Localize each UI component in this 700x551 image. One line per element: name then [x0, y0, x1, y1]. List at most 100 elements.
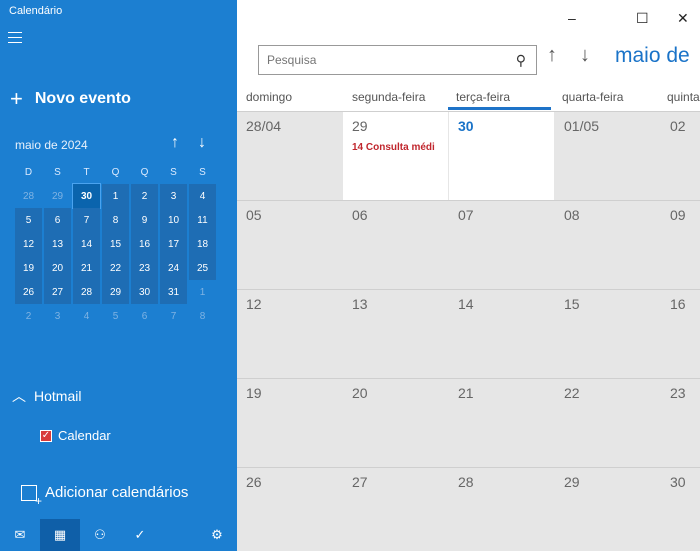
weekday-label: Q — [111, 166, 120, 178]
mini-calendar-day[interactable]: 30 — [131, 280, 158, 304]
calendar-day-cell[interactable]: 22 — [555, 379, 660, 468]
mini-calendar-day[interactable]: 23 — [131, 256, 158, 280]
mini-calendar-day[interactable]: 16 — [131, 232, 158, 256]
settings-icon[interactable]: ⚙ — [205, 519, 229, 551]
todo-icon[interactable]: ✓ — [120, 519, 160, 551]
calendar-day-cell[interactable]: 20 — [343, 379, 448, 468]
mini-calendar-day[interactable]: 12 — [15, 232, 42, 256]
calendar-day-cell[interactable]: 29 14 Consulta médi — [343, 112, 448, 201]
day-number: 05 — [246, 207, 262, 223]
calendar-day-cell[interactable]: 30 — [661, 468, 700, 551]
mini-calendar-day[interactable]: 7 — [160, 304, 187, 328]
mini-calendar-day[interactable]: 2 — [15, 304, 42, 328]
new-event-button[interactable]: + Novo evento — [10, 88, 131, 110]
mini-calendar-day[interactable]: 27 — [44, 280, 71, 304]
calendar-day-cell[interactable]: 27 — [343, 468, 448, 551]
mini-calendar-day[interactable]: 26 — [15, 280, 42, 304]
day-number: 28 — [458, 474, 474, 490]
menu-icon[interactable] — [8, 32, 22, 44]
event-item[interactable]: 14 Consulta médi — [352, 142, 439, 153]
mini-calendar-day[interactable]: 3 — [160, 184, 187, 208]
mini-calendar-day[interactable]: 13 — [44, 232, 71, 256]
calendar-day-cell[interactable]: 09 — [661, 201, 700, 290]
calendar-day-cell[interactable]: 08 — [555, 201, 660, 290]
mini-calendar-day[interactable]: 2 — [131, 184, 158, 208]
mini-calendar-day[interactable]: 18 — [189, 232, 216, 256]
mini-calendar-week: 19 20 21 22 23 24 25 — [15, 256, 220, 280]
mini-calendar-day[interactable]: 30 — [72, 183, 101, 209]
close-icon[interactable]: ✕ — [677, 10, 689, 27]
calendar-day-cell[interactable]: 26 — [237, 468, 342, 551]
mini-calendar-day[interactable]: 10 — [160, 208, 187, 232]
search-box[interactable]: ⚲ — [258, 45, 537, 75]
mini-calendar-day[interactable]: 14 — [73, 232, 100, 256]
mini-calendar-day[interactable]: 29 — [102, 280, 129, 304]
checkbox-checked-icon[interactable]: ✓ — [40, 429, 52, 442]
calendar-icon[interactable]: ▦ — [40, 519, 80, 551]
mini-calendar-day[interactable]: 4 — [73, 304, 100, 328]
calendar-day-cell[interactable]: 29 — [555, 468, 660, 551]
calendar-day-cell[interactable]: 07 — [449, 201, 554, 290]
mini-calendar-day[interactable]: 1 — [102, 184, 129, 208]
calendar-day-cell[interactable]: 14 — [449, 290, 554, 379]
mini-calendar-day[interactable]: 28 — [73, 280, 100, 304]
calendar-day-cell[interactable]: 02 — [661, 112, 700, 201]
calendar-day-cell[interactable]: 13 — [343, 290, 448, 379]
calendar-day-cell[interactable]: 30 — [449, 112, 554, 201]
mini-calendar-day[interactable]: 11 — [189, 208, 216, 232]
calendar-toggle[interactable]: ✓ Calendar — [40, 428, 111, 443]
sidebar: Calendário + Novo evento maio de 2024 ↑ … — [0, 0, 237, 551]
mini-calendar-prev-icon[interactable]: ↑ — [171, 134, 179, 152]
calendar-day-cell[interactable]: 21 — [449, 379, 554, 468]
mini-calendar-day[interactable]: 19 — [15, 256, 42, 280]
mini-calendar-day[interactable]: 17 — [160, 232, 187, 256]
calendar-day-cell[interactable]: 28 — [449, 468, 554, 551]
day-number: 20 — [352, 385, 368, 401]
mail-icon[interactable]: ✉ — [0, 519, 40, 551]
mini-calendar-day[interactable]: 22 — [102, 256, 129, 280]
account-hotmail-toggle[interactable]: ︿ Hotmail — [12, 386, 81, 406]
mini-calendar-day[interactable]: 1 — [189, 280, 216, 304]
mini-calendar-day[interactable]: 9 — [131, 208, 158, 232]
mini-calendar-day[interactable]: 29 — [44, 184, 71, 208]
mini-calendar-day[interactable]: 21 — [73, 256, 100, 280]
mini-calendar-day[interactable]: 24 — [160, 256, 187, 280]
search-icon[interactable]: ⚲ — [516, 52, 526, 69]
mini-calendar-day[interactable]: 6 — [44, 208, 71, 232]
calendar-day-cell[interactable]: 06 — [343, 201, 448, 290]
calendar-week-row: 26 27 28 29 30 — [237, 467, 700, 551]
maximize-icon[interactable]: ☐ — [636, 10, 649, 27]
calendar-day-cell[interactable]: 19 — [237, 379, 342, 468]
mini-calendar-day[interactable]: 7 — [73, 208, 100, 232]
calendar-day-cell[interactable]: 05 — [237, 201, 342, 290]
mini-calendar-day[interactable]: 5 — [102, 304, 129, 328]
calendar-day-cell[interactable]: 01/05 — [555, 112, 660, 201]
mini-calendar-day[interactable]: 5 — [15, 208, 42, 232]
calendar-day-cell[interactable]: 28/04 — [237, 112, 342, 201]
previous-month-icon[interactable]: ↑ — [547, 44, 557, 67]
mini-calendar-next-icon[interactable]: ↓ — [198, 134, 206, 152]
mini-calendar-week: 28 29 30 1 2 3 4 — [15, 183, 220, 209]
mini-calendar-week: 12 13 14 15 16 17 18 — [15, 232, 220, 256]
next-month-icon[interactable]: ↓ — [580, 44, 590, 67]
mini-calendar-day[interactable]: 8 — [189, 304, 216, 328]
mini-calendar-day[interactable]: 31 — [160, 280, 187, 304]
mini-calendar-day[interactable]: 3 — [44, 304, 71, 328]
mini-calendar-day[interactable]: 8 — [102, 208, 129, 232]
mini-calendar-day[interactable]: 28 — [15, 184, 42, 208]
calendar-day-cell[interactable]: 12 — [237, 290, 342, 379]
calendar-day-cell[interactable]: 15 — [555, 290, 660, 379]
mini-calendar-day[interactable]: 4 — [189, 184, 216, 208]
mini-calendar-day[interactable]: 20 — [44, 256, 71, 280]
calendar-day-cell[interactable]: 23 — [661, 379, 700, 468]
add-calendars-button[interactable]: Adicionar calendários — [21, 484, 189, 508]
minimize-icon[interactable]: – — [568, 10, 576, 26]
calendar-day-cell[interactable]: 16 — [661, 290, 700, 379]
people-icon[interactable]: ⚇ — [80, 519, 120, 551]
new-event-label: Novo evento — [34, 90, 131, 107]
mini-calendar-day[interactable]: 6 — [131, 304, 158, 328]
mini-calendar-day[interactable]: 25 — [189, 256, 216, 280]
add-calendars-label: Adicionar calendários — [45, 484, 189, 501]
mini-calendar-day[interactable]: 15 — [102, 232, 129, 256]
search-input[interactable] — [267, 53, 497, 67]
